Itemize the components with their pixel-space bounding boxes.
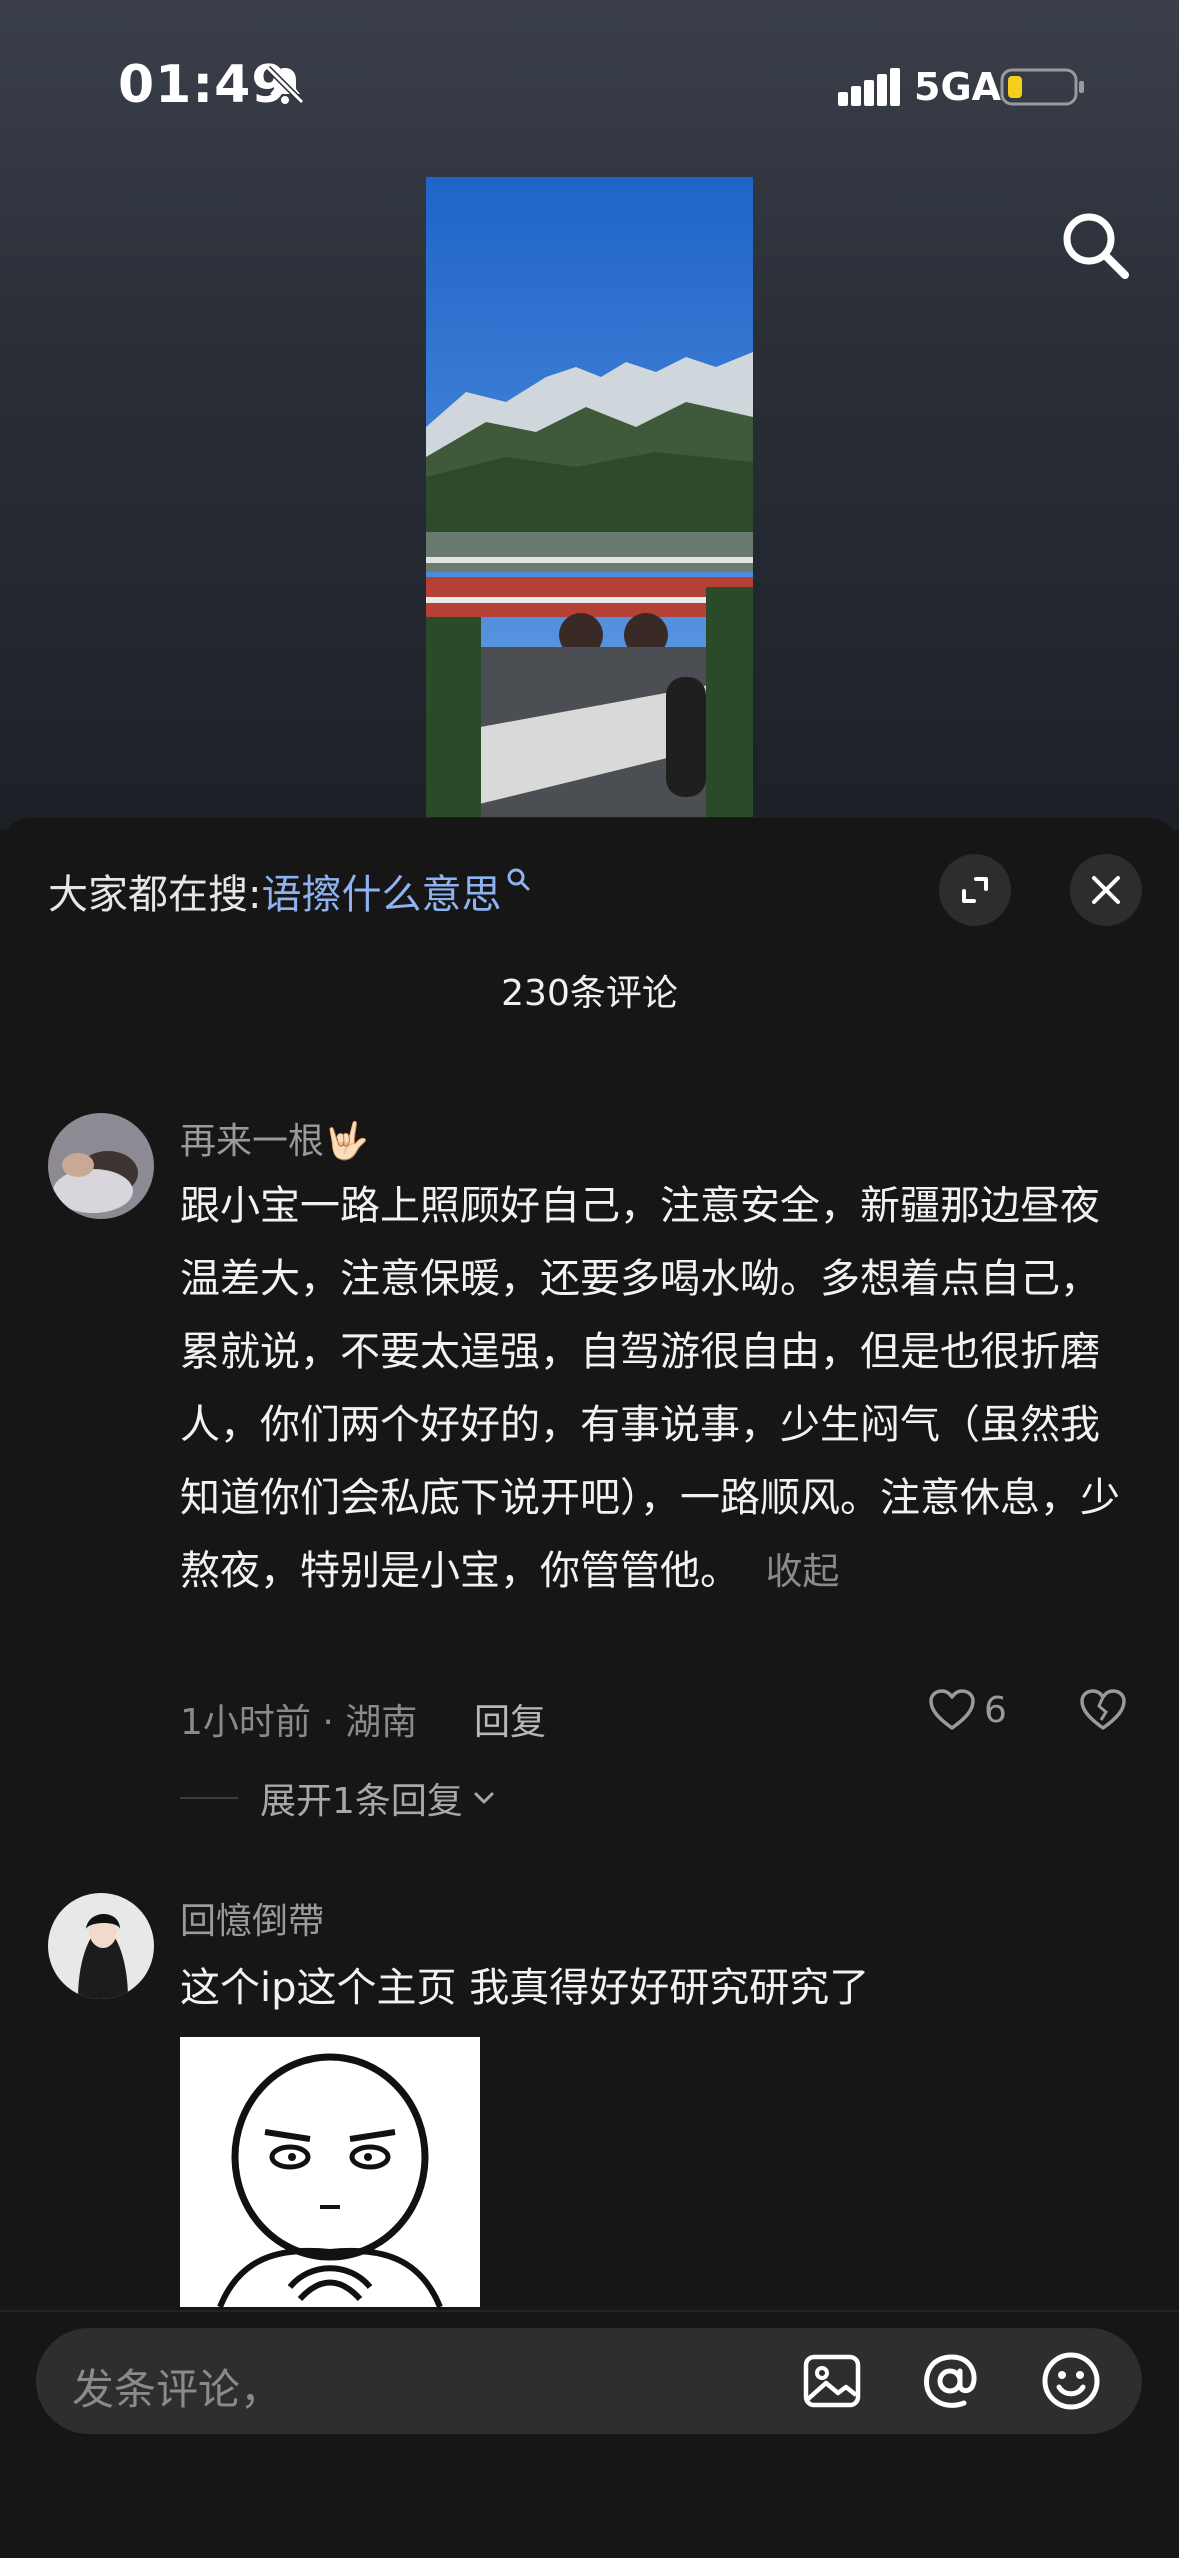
signal-icon bbox=[838, 68, 900, 106]
like-button[interactable]: 6 bbox=[928, 1688, 1007, 1732]
expand-replies[interactable]: 展开1条回复 bbox=[180, 1772, 499, 1824]
reply-button[interactable]: 回复 bbox=[474, 1693, 546, 1745]
heart-icon bbox=[929, 1689, 975, 1730]
expand-replies-label: 展开1条回复 bbox=[260, 1781, 463, 1822]
hot-search-prefix: 大家都在搜: bbox=[48, 872, 262, 918]
network-label: 5GA bbox=[914, 65, 1002, 109]
video-thumbnail[interactable] bbox=[426, 177, 753, 817]
broken-heart-icon bbox=[1080, 1689, 1126, 1730]
expand-button[interactable] bbox=[939, 854, 1011, 926]
image-icon[interactable] bbox=[800, 2349, 864, 2413]
expand-icon bbox=[962, 877, 988, 903]
at-mention-icon[interactable] bbox=[918, 2349, 982, 2413]
avatar[interactable] bbox=[48, 1113, 154, 1219]
divider-line bbox=[180, 1797, 238, 1799]
avatar-image bbox=[48, 1893, 154, 1999]
comment-text: 跟小宝一路上照顾好自己，注意安全，新疆那边昼夜温差大，注意保暖，还要多喝水呦。多… bbox=[180, 1170, 1120, 1608]
status-bar: 01:49 5GA bbox=[0, 0, 1179, 175]
comment-input-placeholder: 发条评论， bbox=[72, 2365, 283, 2414]
avatar[interactable] bbox=[48, 1893, 154, 1999]
sticker-image[interactable] bbox=[180, 2037, 480, 2307]
search-icon[interactable] bbox=[1055, 205, 1135, 285]
comment-body: 跟小宝一路上照顾好自己，注意安全，新疆那边昼夜温差大，注意保暖，还要多喝水呦。多… bbox=[180, 1183, 1120, 1594]
meme-face-sticker bbox=[180, 2037, 480, 2307]
chevron-down-icon bbox=[474, 1792, 494, 1804]
comment-input[interactable]: 发条评论， bbox=[36, 2328, 1142, 2434]
small-search-icon bbox=[507, 868, 530, 891]
battery-icon bbox=[1000, 68, 1084, 106]
collapse-link[interactable]: 收起 bbox=[765, 1550, 839, 1593]
close-button[interactable] bbox=[1070, 854, 1142, 926]
comment-count: 230条评论 bbox=[501, 973, 678, 1014]
avatar-image bbox=[48, 1113, 154, 1219]
comments-sheet: 大家都在搜:语擦什么意思 230条评论 bbox=[0, 818, 1179, 2556]
comment-username[interactable]: 回憶倒帶 bbox=[180, 1892, 324, 1944]
comment-username[interactable]: 再来一根🤟🏻 bbox=[180, 1112, 369, 1164]
video-background: 01:49 5GA bbox=[0, 0, 1179, 830]
comment-meta: 1小时前 · 湖南 bbox=[180, 1702, 418, 1743]
comment-text: 这个ip这个主页 我真得好好研究研究了 bbox=[180, 1952, 1120, 2025]
like-count: 6 bbox=[984, 1689, 1007, 1731]
comment-body: 这个ip这个主页 我真得好好研究研究了 bbox=[180, 1965, 870, 2011]
mute-icon bbox=[265, 65, 305, 105]
hot-search[interactable]: 大家都在搜:语擦什么意思 bbox=[48, 862, 531, 920]
hot-search-term[interactable]: 语擦什么意思 bbox=[261, 872, 501, 918]
emoji-icon[interactable] bbox=[1039, 2349, 1103, 2413]
close-icon bbox=[1092, 876, 1120, 904]
dislike-button[interactable] bbox=[1079, 1688, 1127, 1736]
